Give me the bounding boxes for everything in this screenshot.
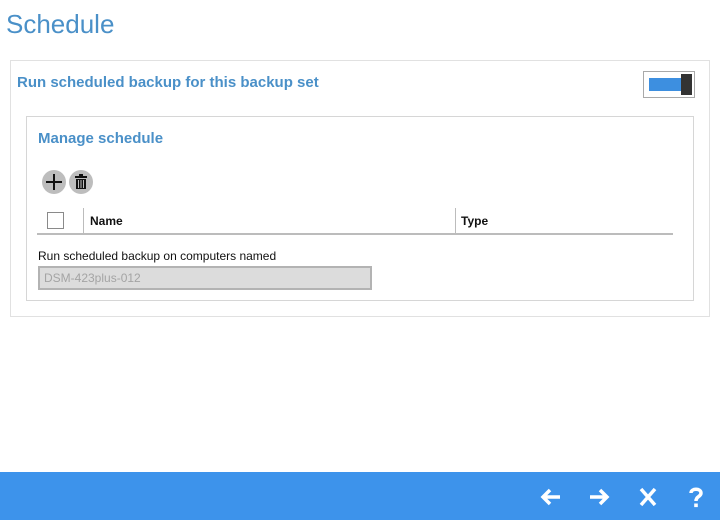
wizard-footer [0, 472, 720, 520]
column-header-name[interactable]: Name [90, 214, 123, 228]
schedule-panel: Run scheduled backup for this backup set… [10, 60, 710, 317]
column-header-type[interactable]: Type [461, 214, 488, 228]
computer-name-field [38, 266, 372, 290]
help-icon[interactable] [683, 484, 709, 510]
close-icon[interactable] [635, 484, 661, 510]
schedule-toggle[interactable] [643, 71, 695, 98]
manage-schedule-heading: Manage schedule [38, 130, 164, 147]
page-title: Schedule [6, 9, 115, 39]
toggle-track [649, 78, 681, 91]
column-divider [455, 208, 456, 233]
toggle-knob [681, 74, 692, 95]
computer-name-label: Run scheduled backup on computers named [38, 249, 277, 263]
select-all-checkbox[interactable] [47, 212, 64, 229]
plus-icon[interactable] [42, 170, 66, 194]
manage-schedule-panel: Manage schedule Name Type Run scheduled … [26, 116, 694, 301]
schedule-page: Schedule Run scheduled backup for this b… [0, 0, 720, 520]
arrow-left-icon[interactable] [538, 484, 564, 510]
arrow-right-icon[interactable] [586, 484, 612, 510]
column-divider [83, 208, 84, 233]
schedule-heading: Run scheduled backup for this backup set [17, 74, 319, 91]
schedule-table-header: Name Type [37, 208, 673, 235]
trash-icon[interactable] [69, 170, 93, 194]
